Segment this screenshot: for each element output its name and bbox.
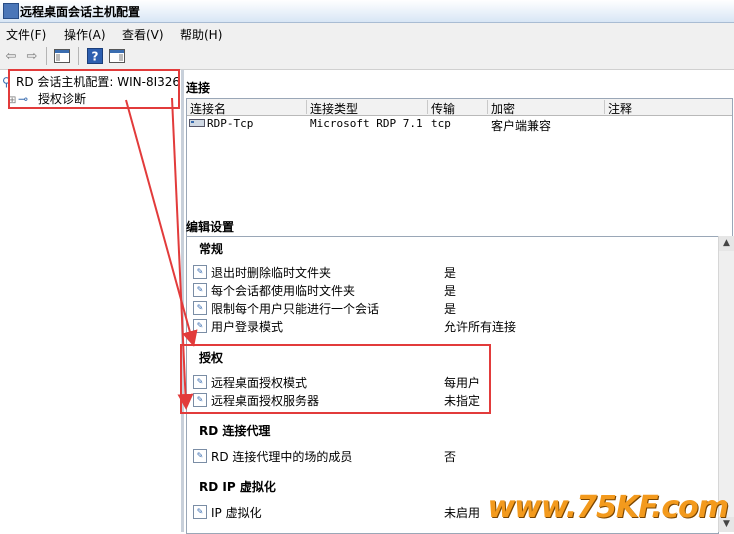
- watermark: www.75KF.com: [476, 489, 734, 532]
- annotation-arrows: [125, 97, 198, 410]
- annotation-arrow: [171, 97, 194, 410]
- annotation-arrow: [125, 99, 198, 347]
- watermark-text: www.75KF.com: [487, 490, 729, 525]
